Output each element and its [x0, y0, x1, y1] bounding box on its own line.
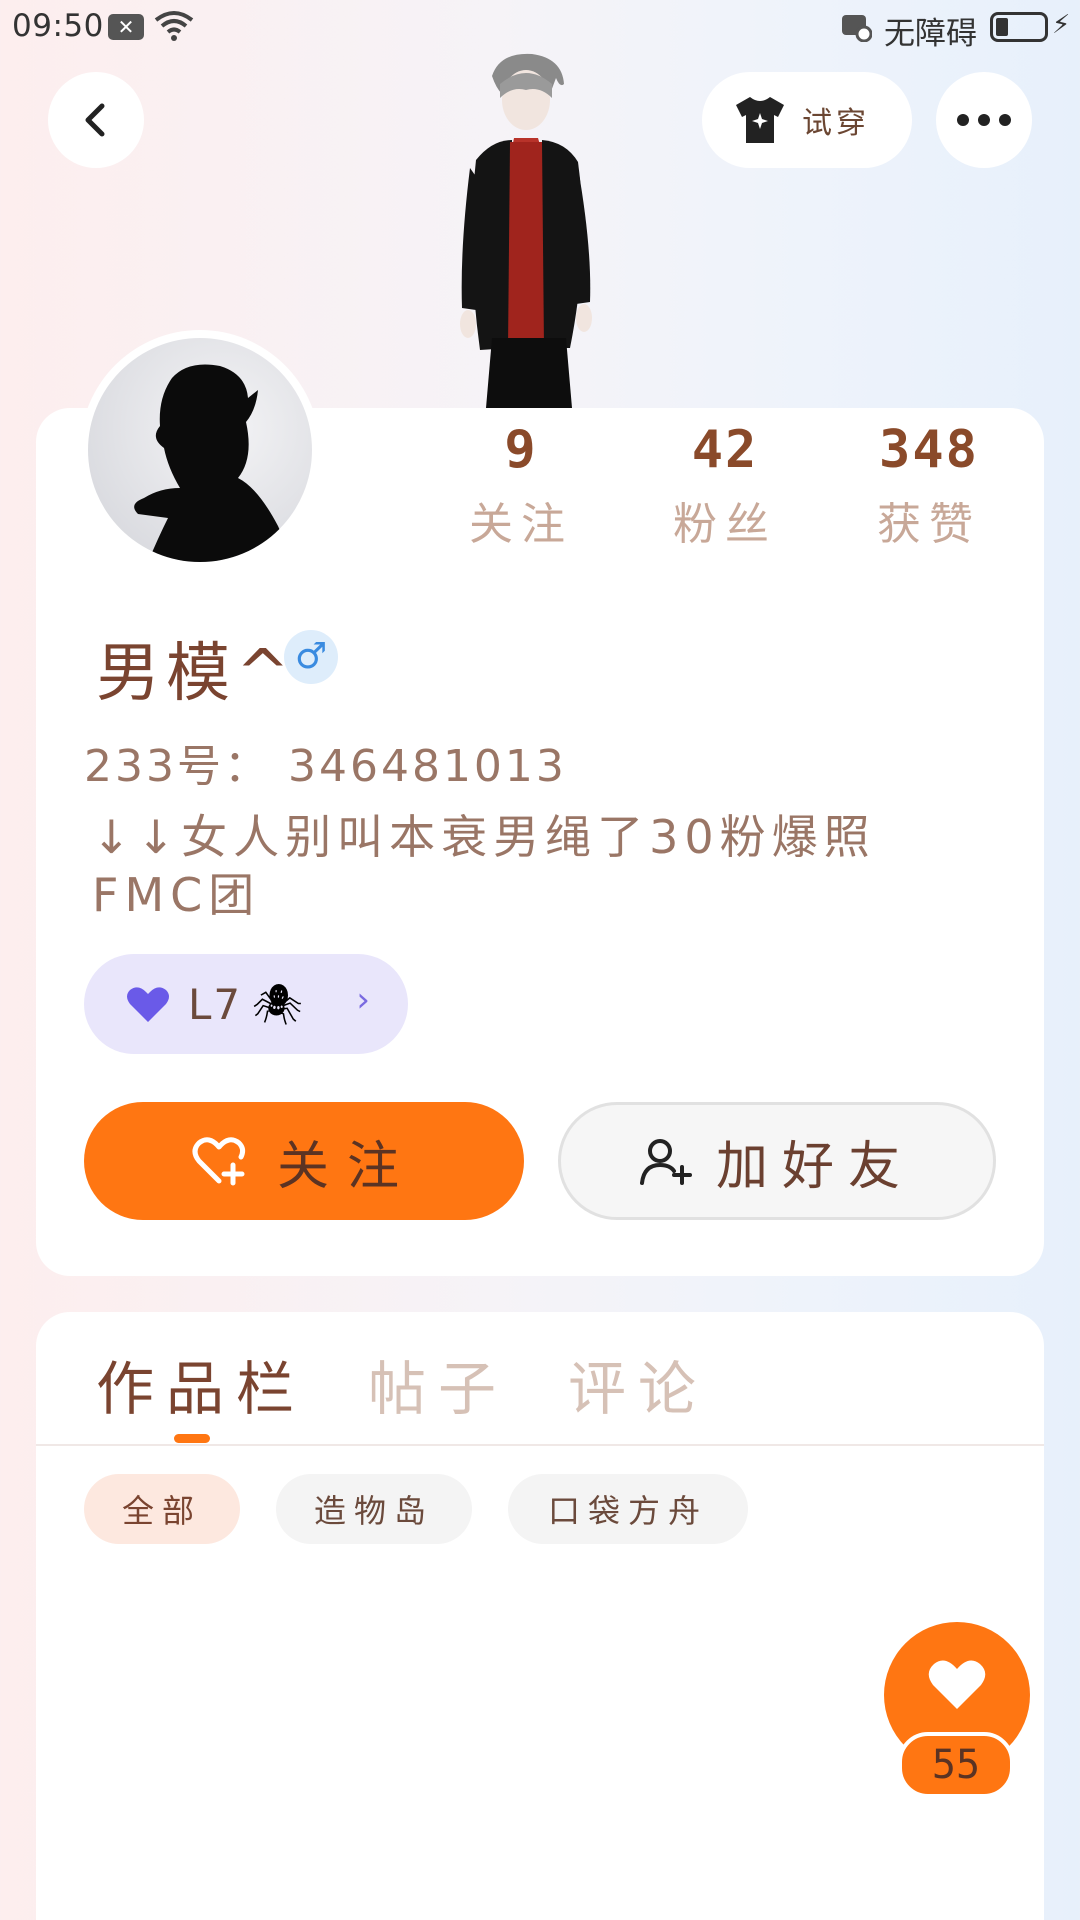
charging-icon: ⚡ [1052, 10, 1071, 40]
filter-chip-island[interactable]: 造物岛 [276, 1474, 472, 1544]
filter-chip-ark[interactable]: 口袋方舟 [508, 1474, 748, 1544]
following-label: 关注 [469, 499, 573, 550]
stat-likes[interactable]: 348 获赞 [844, 420, 1014, 552]
likes-label: 获赞 [877, 499, 981, 550]
level-label: L7 [188, 979, 243, 1029]
chevron-left-icon [85, 103, 105, 137]
more-dots-icon [957, 114, 1011, 126]
add-friend-label: 加好友 [715, 1136, 914, 1197]
battery-icon [990, 12, 1048, 42]
like-count: 55 [898, 1732, 1014, 1798]
status-time: 09:50 [12, 8, 104, 44]
spider-icon: 🕷 [252, 981, 303, 1028]
active-tab-indicator [174, 1434, 210, 1443]
profile-avatar[interactable] [80, 330, 320, 570]
tab-comments[interactable]: 评论 [568, 1342, 708, 1426]
fans-count: 42 [691, 420, 759, 480]
gender-male-icon: ♂ [284, 630, 338, 684]
heart-icon [928, 1660, 986, 1709]
fans-label: 粉丝 [673, 499, 777, 550]
tab-posts[interactable]: 帖子 [368, 1342, 508, 1426]
try-on-button[interactable]: 试穿 [702, 72, 912, 168]
filter-chip-all[interactable]: 全部 [84, 1474, 240, 1544]
likes-count: 348 [879, 420, 979, 480]
avatar-silhouette [134, 364, 292, 562]
heart-icon [127, 987, 169, 1022]
user-id: 233号： 346481013 [84, 741, 567, 792]
chevron-right-icon: › [356, 980, 370, 1020]
tshirt-icon [736, 97, 784, 143]
wifi-icon [154, 11, 194, 41]
bio: ↓↓女人别叫本衰男绳了30粉爆照FMC团 [92, 810, 876, 922]
level-badge[interactable]: L7 🕷 › [84, 954, 408, 1054]
stat-fans[interactable]: 42 粉丝 [640, 420, 810, 552]
following-count: 9 [504, 420, 538, 480]
accessibility-label: 无障碍 [884, 16, 977, 52]
add-friend-button[interactable]: 加好友 [558, 1102, 996, 1220]
try-on-label: 试穿 [802, 106, 870, 141]
tabs-divider [36, 1444, 1044, 1446]
back-button[interactable] [48, 72, 144, 168]
notification-x-icon: ✕ [108, 14, 144, 40]
follow-button[interactable]: 关注 [84, 1102, 524, 1220]
more-button[interactable] [936, 72, 1032, 168]
stat-following[interactable]: 9 关注 [436, 420, 606, 552]
tab-works[interactable]: 作品栏 [96, 1342, 306, 1426]
follow-label: 关注 [276, 1136, 417, 1197]
nfc-icon [842, 15, 872, 42]
avatar-figure [460, 53, 592, 408]
nickname: 男模^ [96, 637, 296, 711]
user-plus-icon [639, 1139, 692, 1185]
heart-plus-icon [192, 1137, 246, 1186]
